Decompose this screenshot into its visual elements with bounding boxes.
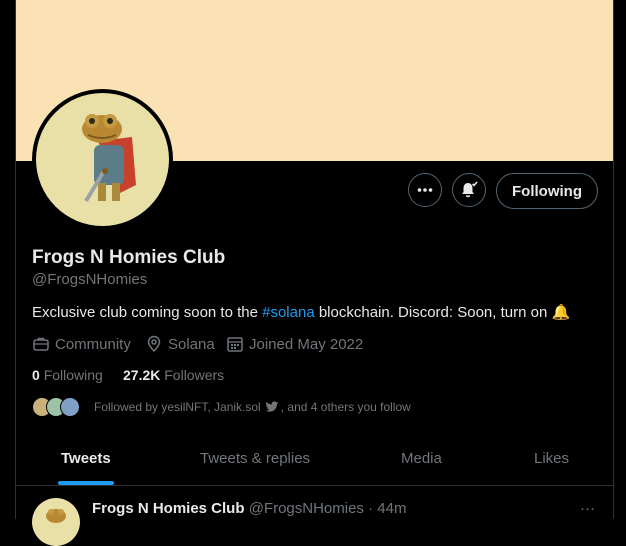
bell-emoji-icon: 🔔 <box>551 304 571 321</box>
followed-by-text: Followed by yesilNFT, Janik.sol <box>94 400 261 414</box>
frog-avatar-thumb <box>46 509 66 523</box>
notifications-button[interactable] <box>452 173 486 207</box>
followers-count: 27.2K <box>123 367 161 383</box>
location-label: Solana <box>168 335 215 353</box>
briefcase-icon <box>33 337 49 351</box>
column-border-right <box>613 0 614 519</box>
follower-avatar <box>60 397 80 417</box>
followed-by-suffix: , and 4 others you follow <box>280 400 411 414</box>
tweet-header: Frogs N Homies Club @FrogsNHomies · 44m <box>92 500 406 517</box>
tab-media[interactable]: Media <box>401 450 442 467</box>
tab-tweets-replies[interactable]: Tweets & replies <box>200 450 310 467</box>
tabs-divider <box>16 485 613 486</box>
profile-avatar[interactable] <box>32 89 173 230</box>
tweet-author-name[interactable]: Frogs N Homies Club <box>92 500 245 517</box>
profile-bio: Exclusive club coming soon to the #solan… <box>32 303 570 321</box>
following-count: 0 <box>32 367 40 383</box>
location-pin-icon <box>147 335 161 353</box>
profile-name: Frogs N Homies Club <box>32 247 226 268</box>
profile-page: Following Frogs N Homies Club @FrogsNHom… <box>0 0 626 546</box>
tweet-author-handle[interactable]: @FrogsNHomies <box>249 500 364 517</box>
following-button[interactable]: Following <box>496 173 598 209</box>
following-label: Following <box>43 367 103 383</box>
followers-count-link[interactable]: 27.2K Followers <box>123 367 224 383</box>
profile-location: Solana <box>145 335 215 353</box>
tab-likes[interactable]: Likes <box>534 450 569 467</box>
profile-handle: @FrogsNHomies <box>32 271 148 288</box>
category-label: Community <box>55 335 131 353</box>
bell-check-icon <box>462 181 478 198</box>
followers-label: Followers <box>164 367 225 383</box>
bio-text-suffix: blockchain. Discord: Soon, turn on <box>314 304 548 321</box>
more-options-button[interactable] <box>408 173 442 207</box>
tweet-more-button[interactable]: ··· <box>580 500 595 517</box>
tab-tweets[interactable]: Tweets <box>61 450 111 467</box>
profile-joined: Joined May 2022 <box>226 335 363 353</box>
profile-category: Community <box>32 335 131 353</box>
bio-text: Exclusive club coming soon to the <box>32 304 263 321</box>
hashtag-link[interactable]: #solana <box>262 304 315 321</box>
tweet-avatar[interactable] <box>32 498 80 546</box>
followed-by-row[interactable]: Followed by yesilNFT, Janik.sol , and 4 … <box>32 397 411 417</box>
twitter-bird-icon <box>265 401 279 412</box>
frog-avatar-image <box>36 93 169 226</box>
joined-label: Joined May 2022 <box>249 335 364 353</box>
calendar-icon <box>227 337 243 352</box>
tweet-time[interactable]: 44m <box>377 500 406 517</box>
more-icon <box>417 188 433 192</box>
following-count-link[interactable]: 0 Following <box>32 367 103 383</box>
tweet-separator: · <box>368 500 374 517</box>
